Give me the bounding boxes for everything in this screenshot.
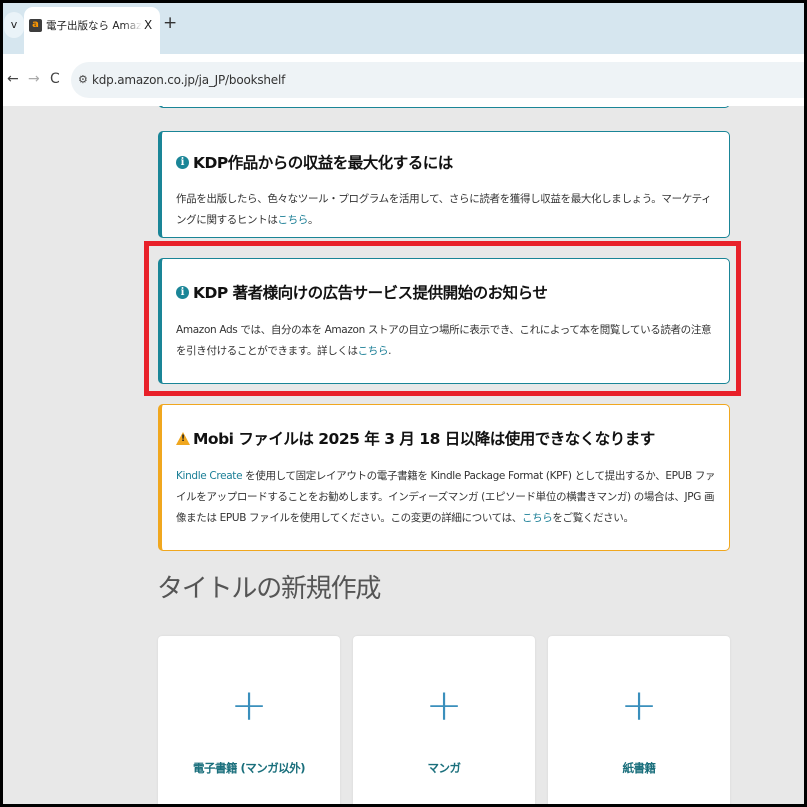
tab-close-button[interactable]: X	[144, 17, 152, 33]
browser-tab-active[interactable]: a 電子出版なら Amazon Kindle ダイレクト・パブリッシング X	[24, 7, 160, 54]
alert-body: 作品を出版したら、色々なツール・プログラムを活用して、さらに読者を獲得し収益を最…	[176, 189, 719, 231]
forward-arrow-icon[interactable]: →	[28, 68, 40, 90]
change-details-link[interactable]: こちら	[522, 512, 553, 524]
create-manga-card[interactable]: + マンガ	[353, 636, 535, 807]
tab-search-button[interactable]: v	[4, 12, 24, 38]
browser-tab-strip: v a 電子出版なら Amazon Kindle ダイレクト・パブリッシング X…	[0, 0, 807, 54]
alert-maximize-earnings: i KDP作品からの収益を最大化するには 作品を出版したら、色々なツール・プログ…	[158, 131, 730, 238]
create-ebook-card[interactable]: + 電子書籍 (マンガ以外)	[158, 636, 340, 807]
plus-icon: +	[425, 680, 463, 731]
page-content: i KDP作品からの収益を最大化するには 作品を出版したら、色々なツール・プログ…	[0, 106, 807, 807]
url-text[interactable]: kdp.amazon.co.jp/ja_JP/bookshelf	[92, 71, 285, 89]
alert-mobi-deprecation: ! Mobi ファイルは 2025 年 3 月 18 日以降は使用できなくなりま…	[158, 404, 730, 551]
alert-header: ! Mobi ファイルは 2025 年 3 月 18 日以降は使用できなくなりま…	[176, 427, 655, 449]
alert-title: KDP 著者様向けの広告サービス提供開始のお知らせ	[193, 284, 548, 302]
card-label: 電子書籍 (マンガ以外)	[192, 761, 306, 775]
alert-body: Kindle Create を使用して固定レイアウトの電子書籍を Kindle …	[176, 466, 719, 529]
alert-body-tail: .	[388, 345, 392, 357]
back-arrow-icon[interactable]: ←	[7, 68, 19, 90]
alert-body: Amazon Ads では、自分の本を Amazon ストアの目立つ場所に表示で…	[176, 320, 719, 362]
previous-alert-edge	[158, 106, 730, 108]
alert-header: i KDP作品からの収益を最大化するには	[176, 151, 453, 173]
card-label: マンガ	[427, 761, 462, 775]
alert-title: KDP作品からの収益を最大化するには	[193, 154, 453, 172]
address-bar[interactable]: ⚙ kdp.amazon.co.jp/ja_JP/bookshelf	[71, 62, 807, 98]
alert-body-text: を使用して固定レイアウトの電子書籍を Kindle Package Format…	[176, 470, 716, 524]
alert-body-text: 作品を出版したら、色々なツール・プログラムを活用して、さらに読者を獲得し収益を最…	[176, 193, 712, 226]
alert-body-text: Amazon Ads では、自分の本を Amazon ストアの目立つ場所に表示で…	[176, 324, 712, 357]
create-paperback-card[interactable]: + 紙書籍	[548, 636, 730, 807]
info-icon: i	[176, 155, 189, 169]
browser-toolbar: ← → C ⚙ kdp.amazon.co.jp/ja_JP/bookshelf	[0, 54, 807, 106]
kindle-create-link[interactable]: Kindle Create	[176, 470, 243, 482]
tab-title: 電子出版なら Amazon Kindle ダイレクト・パブリッシング	[46, 20, 142, 32]
reload-icon[interactable]: C	[50, 68, 60, 90]
amazon-favicon-icon: a	[29, 19, 42, 32]
warning-icon: !	[176, 431, 190, 445]
card-label: 紙書籍	[622, 761, 657, 775]
alert-header: i KDP 著者様向けの広告サービス提供開始のお知らせ	[176, 281, 548, 303]
plus-icon: +	[620, 680, 658, 731]
alert-body-tail: をご覧ください。	[552, 512, 634, 524]
marketing-tips-link[interactable]: こちら	[278, 214, 309, 226]
site-info-icon[interactable]: ⚙	[78, 71, 88, 89]
plus-icon: +	[230, 680, 268, 731]
alert-ads-service: i KDP 著者様向けの広告サービス提供開始のお知らせ Amazon Ads で…	[158, 258, 730, 384]
alert-title: Mobi ファイルは 2025 年 3 月 18 日以降は使用できなくなります	[193, 430, 655, 448]
alert-body-tail: 。	[307, 214, 319, 226]
new-title-heading: タイトルの新規作成	[157, 574, 381, 604]
new-tab-button[interactable]: +	[163, 12, 177, 34]
info-icon: i	[176, 285, 189, 299]
ads-details-link[interactable]: こちら	[358, 345, 389, 357]
